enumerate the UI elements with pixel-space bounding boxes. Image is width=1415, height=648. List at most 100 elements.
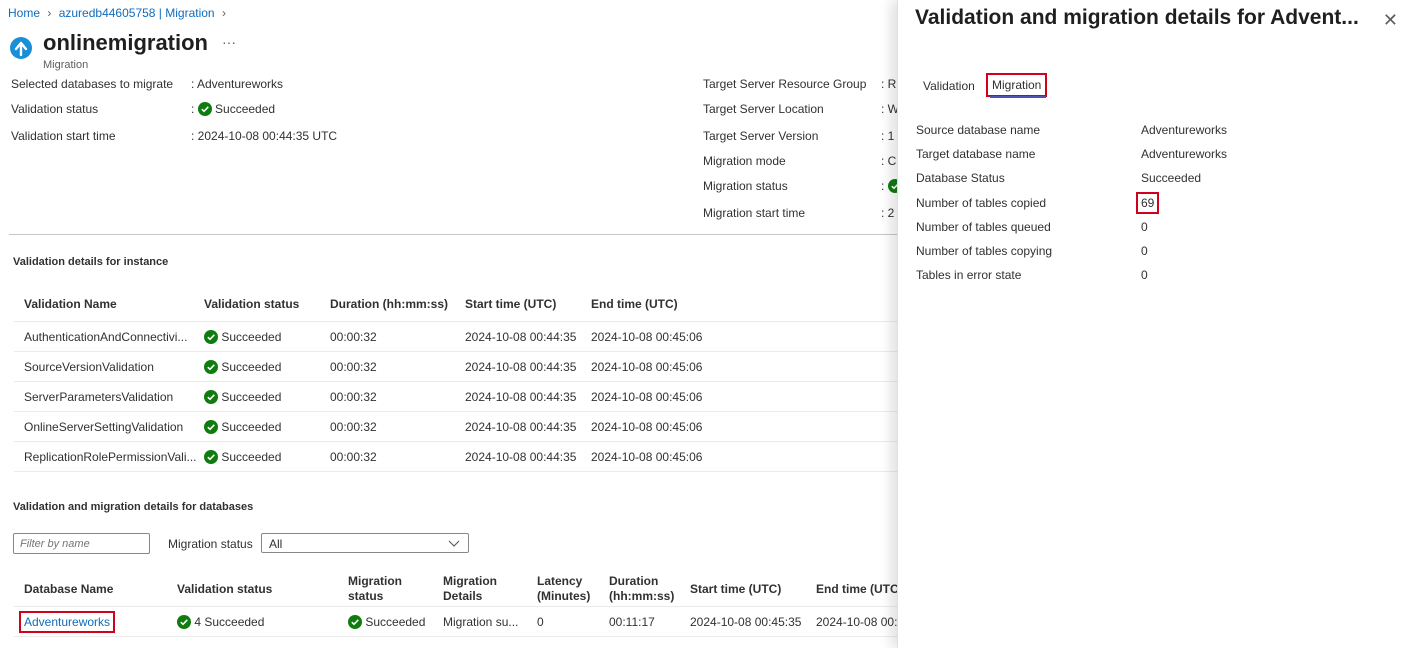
- detail-value: Adventureworks: [1141, 123, 1228, 137]
- divider: [14, 636, 897, 637]
- divider: [9, 234, 897, 235]
- db-section-title: Validation and migration details for dat…: [13, 501, 254, 513]
- divider: [14, 411, 897, 412]
- cell-duration: 00:00:32: [330, 420, 377, 434]
- cell-duration: 00:00:32: [330, 390, 377, 404]
- column-header[interactable]: Start time (UTC): [465, 297, 556, 311]
- close-icon[interactable]: ✕: [1383, 10, 1398, 31]
- cell-duration: 00:00:32: [330, 450, 377, 464]
- cell-status: Succeeded: [204, 450, 281, 464]
- detail-label: Number of tables queued: [916, 220, 1051, 234]
- detail-value: 0: [1141, 244, 1148, 258]
- column-header[interactable]: Validation status: [177, 582, 272, 596]
- divider: [14, 321, 897, 322]
- chevron-right-icon: ›: [221, 6, 226, 20]
- cell-latency: 0: [537, 615, 544, 629]
- more-options-button[interactable]: ···: [222, 34, 236, 50]
- status-text: Succeeded: [221, 330, 282, 344]
- status-text: Succeeded: [365, 615, 426, 629]
- cell-migration-status: Succeeded: [348, 615, 425, 629]
- cell-end: 2024-10-08 00:45:06: [591, 450, 703, 464]
- cell-start: 2024-10-08 00:45:35: [690, 615, 802, 629]
- divider: [14, 441, 897, 442]
- validation-section-title: Validation details for instance: [13, 256, 169, 268]
- filter-input[interactable]: [13, 533, 150, 554]
- success-check-icon: [204, 420, 218, 434]
- cell-end: 2024-10-08 00:45:06: [591, 330, 703, 344]
- success-check-icon: [348, 615, 362, 629]
- summary-label: Migration start time: [703, 206, 806, 220]
- divider: [14, 471, 897, 472]
- chevron-down-icon: [448, 534, 460, 555]
- success-check-icon: [204, 390, 218, 404]
- column-header[interactable]: End time (UTC): [816, 582, 903, 596]
- summary-label: Migration mode: [703, 154, 786, 168]
- column-header[interactable]: Latency (Minutes): [537, 574, 597, 604]
- divider: [14, 381, 897, 382]
- summary-value: : 1: [881, 129, 895, 143]
- divider: [14, 606, 897, 607]
- cell-end: 2024-10-08 00:45:06: [591, 420, 703, 434]
- migration-cloud-icon: [9, 36, 33, 63]
- cell-start: 2024-10-08 00:44:35: [465, 390, 577, 404]
- column-header[interactable]: Start time (UTC): [690, 582, 781, 596]
- column-header[interactable]: Migration status: [348, 574, 418, 604]
- colon: :: [191, 102, 195, 116]
- cell-duration: 00:00:32: [330, 330, 377, 344]
- cell-duration: 00:11:17: [609, 615, 655, 629]
- cell-duration: 00:00:32: [330, 360, 377, 374]
- success-check-icon: [197, 102, 212, 116]
- breadcrumb-migration[interactable]: azuredb44605758 | Migration: [59, 6, 215, 20]
- column-header[interactable]: Migration Details: [443, 574, 513, 604]
- detail-label: Target database name: [916, 147, 1036, 161]
- migration-status-dropdown[interactable]: All: [261, 533, 469, 553]
- summary-value: : Adventureworks: [191, 77, 284, 91]
- page-subtitle: Migration: [43, 59, 89, 71]
- cell-start: 2024-10-08 00:44:35: [465, 450, 577, 464]
- detail-value: 0: [1141, 220, 1148, 234]
- migration-status-label: Migration status: [168, 537, 253, 551]
- success-check-icon: [204, 360, 218, 374]
- cell-start: 2024-10-08 00:44:35: [465, 330, 577, 344]
- summary-label: Target Server Resource Group: [703, 77, 867, 91]
- cell-end: 2024-10-08 00:45:06: [591, 360, 703, 374]
- page-title: onlinemigration: [43, 30, 208, 55]
- success-check-icon: [204, 450, 218, 464]
- cell-migration-details: Migration su...: [443, 615, 519, 629]
- status-text: Succeeded: [215, 102, 276, 116]
- summary-label: Selected databases to migrate: [11, 77, 174, 91]
- detail-label: Number of tables copied: [916, 196, 1047, 210]
- status-text: Succeeded: [221, 450, 282, 464]
- summary-label: Migration status: [703, 179, 788, 193]
- summary-value: : 2: [881, 206, 895, 220]
- summary-value-validation-status: : Succeeded: [191, 102, 275, 116]
- status-text: Succeeded: [221, 390, 282, 404]
- column-header[interactable]: Validation status: [204, 297, 299, 311]
- success-check-icon: [204, 330, 218, 344]
- cell-end: 2024-10-08 00:5: [816, 615, 905, 629]
- summary-value: : R: [881, 77, 897, 91]
- summary-value: : 2024-10-08 00:44:35 UTC: [191, 129, 338, 143]
- chevron-right-icon: ›: [47, 6, 52, 20]
- cell-name: AuthenticationAndConnectivi...: [24, 330, 188, 344]
- tab-validation[interactable]: Validation: [923, 79, 975, 93]
- tables-copied-value: 69: [1135, 192, 1160, 214]
- success-check-icon: [177, 615, 191, 629]
- column-header[interactable]: Validation Name: [24, 297, 117, 311]
- cell-status: Succeeded: [204, 330, 281, 344]
- breadcrumb-home[interactable]: Home: [8, 6, 40, 20]
- cell-end: 2024-10-08 00:45:06: [591, 390, 703, 404]
- column-header[interactable]: End time (UTC): [591, 297, 678, 311]
- summary-label: Target Server Location: [703, 102, 824, 116]
- cell-name: ReplicationRolePermissionVali...: [24, 450, 197, 464]
- tab-migration[interactable]: Migration: [985, 73, 1048, 97]
- column-header[interactable]: Duration (hh:mm:ss): [330, 297, 448, 311]
- database-link-adventureworks[interactable]: Adventureworks: [18, 611, 116, 633]
- status-text: 4 Succeeded: [194, 615, 265, 629]
- detail-label: Tables in error state: [916, 268, 1022, 282]
- column-header[interactable]: Duration (hh:mm:ss): [609, 574, 679, 604]
- panel-title: Validation and migration details for Adv…: [915, 6, 1359, 29]
- detail-value: 0: [1141, 268, 1148, 282]
- detail-label: Source database name: [916, 123, 1041, 137]
- column-header[interactable]: Database Name: [24, 582, 113, 596]
